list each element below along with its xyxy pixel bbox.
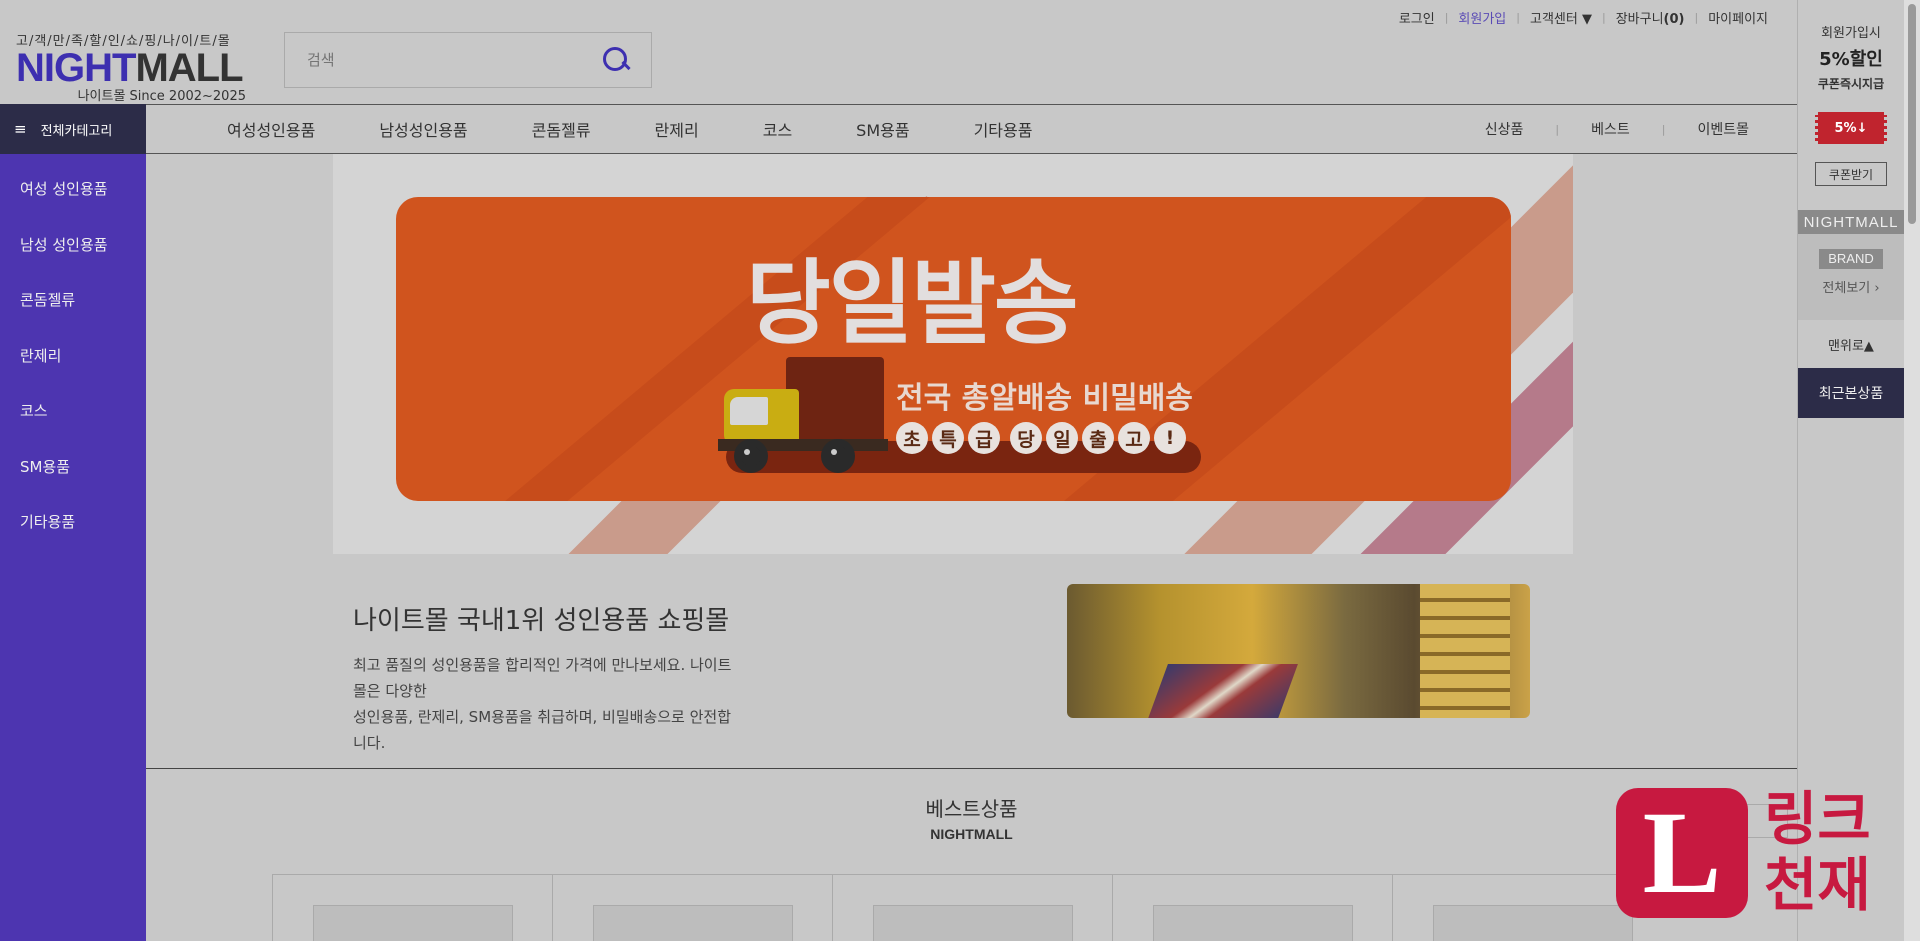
product-card[interactable]: [832, 874, 1112, 941]
product-card[interactable]: [272, 874, 552, 941]
nav-event[interactable]: 이벤트몰: [1665, 119, 1781, 139]
truck-icon: [786, 357, 884, 445]
chip: 초: [896, 422, 928, 454]
wheel-icon: [821, 439, 855, 473]
banner-chips: 초 특 급 당 일 출 고 !: [896, 422, 1186, 454]
left-sidebar: 여성 성인용품 남성 성인용품 콘돔젤류 란제리 코스 SM용품 기타용품: [0, 154, 146, 941]
truck-window: [730, 397, 768, 425]
sidebar-item-lingerie[interactable]: 란제리: [0, 345, 146, 401]
sidebar-item-sm[interactable]: SM용품: [0, 456, 146, 512]
sidebar-item-condom[interactable]: 콘돔젤류: [0, 289, 146, 345]
banner-subline: 전국 총알배송 비밀배송: [896, 381, 1193, 416]
product-thumbnail: [313, 905, 513, 941]
coupon-ticket[interactable]: 5% ↓: [1815, 112, 1887, 144]
logo-wordmark: NIGHTMALL: [16, 46, 246, 90]
watermark: L 링크 천재: [1616, 786, 1916, 921]
customer-center-link[interactable]: 고객센터 ▼: [1520, 8, 1602, 27]
chip: 급: [968, 422, 1000, 454]
hamburger-icon: ≡: [14, 120, 27, 138]
product-thumbnail: [1433, 905, 1633, 941]
search-box: [284, 32, 652, 88]
nav-new[interactable]: 신상품: [1453, 119, 1556, 139]
watermark-line: 천재: [1764, 851, 1871, 919]
customer-center-label: 고객센터: [1529, 12, 1578, 27]
nav-best[interactable]: 베스트: [1559, 119, 1662, 139]
banner-card: 당일발송 전국 총알배송 비밀배송 초 특 급 당 일 출 고 !: [396, 197, 1511, 501]
intro-description: 최고 품질의 성인용품을 합리적인 가격에 만나보세요. 나이트몰은 다양한 성…: [353, 652, 733, 756]
product-card[interactable]: [552, 874, 832, 941]
coupon-label: 5%: [1834, 120, 1857, 136]
cart-label: 장바구니: [1615, 12, 1664, 27]
scrollbar-thumb[interactable]: [1908, 4, 1916, 224]
chip: 특: [932, 422, 964, 454]
mypage-link[interactable]: 마이페이지: [1698, 8, 1778, 27]
quick-nightmall: NIGHTMALL: [1798, 210, 1904, 234]
nav-item-cos[interactable]: 코스: [731, 117, 824, 141]
main-banner[interactable]: 당일발송 전국 총알배송 비밀배송 초 특 급 당 일 출 고 !: [333, 154, 1573, 554]
watermark-text: 링크 천재: [1764, 786, 1871, 918]
watermark-letter: L: [1642, 787, 1722, 918]
watermark-line: 링크: [1764, 785, 1871, 853]
search-icon[interactable]: [601, 45, 631, 75]
join-promo-line: 회원가입시: [1821, 26, 1881, 41]
section-divider: [146, 768, 1797, 769]
cart-count: (0): [1663, 12, 1685, 27]
nav-item-women[interactable]: 여성성인용품: [195, 117, 347, 141]
chip: 출: [1082, 422, 1114, 454]
nav-item-condom[interactable]: 콘돔젤류: [500, 117, 623, 141]
sidebar-item-men[interactable]: 남성 성인용품: [0, 234, 146, 290]
arrow-down-icon: ↓: [1856, 120, 1868, 136]
scroll-top-button[interactable]: 맨위로▲: [1798, 320, 1904, 368]
store-image: [1067, 584, 1530, 718]
chevron-down-icon: ▼: [1581, 12, 1592, 27]
cart-link[interactable]: 장바구니(0): [1606, 8, 1695, 27]
nav-item-men[interactable]: 남성성인용품: [347, 117, 499, 141]
site-logo[interactable]: 고/객/만/족/할/인/쇼/핑/나/이/트/몰 NIGHTMALL 나이트몰 S…: [16, 30, 246, 104]
main-nav: ≡ 전체카테고리 여성성인용품 남성성인용품 콘돔젤류 란제리 코스 SM용품 …: [0, 104, 1797, 154]
chip: 고: [1118, 422, 1150, 454]
nav-right: 신상품 | 베스트 | 이벤트몰: [1453, 105, 1781, 153]
store-rug: [1146, 664, 1298, 718]
brand-badge: BRAND: [1819, 249, 1883, 269]
brand-view-all[interactable]: 전체보기 ›: [1798, 277, 1904, 296]
sidebar-item-women[interactable]: 여성 성인용품: [0, 178, 146, 234]
product-card[interactable]: [1112, 874, 1392, 941]
watermark-logo: L: [1616, 788, 1748, 918]
signup-link[interactable]: 회원가입: [1448, 8, 1516, 27]
sidebar-item-etc[interactable]: 기타용품: [0, 511, 146, 567]
category-menu: 여성성인용품 남성성인용품 콘돔젤류 란제리 코스 SM용품 기타용품: [195, 105, 1064, 153]
all-categories-button[interactable]: ≡ 전체카테고리: [0, 104, 146, 154]
wheel-icon: [734, 439, 768, 473]
product-thumbnail: [593, 905, 793, 941]
logo-night: NIGHT: [16, 46, 136, 90]
sidebar-item-cos[interactable]: 코스: [0, 400, 146, 456]
nav-item-etc[interactable]: 기타용품: [942, 117, 1065, 141]
intro-desc-line: 성인용품, 란제리, SM용품을 취급하며, 비밀배송으로 안전합니다.: [353, 708, 732, 752]
intro-title: 나이트몰 국내1위 성인용품 쇼핑몰: [353, 606, 730, 636]
nav-item-lingerie[interactable]: 란제리: [623, 117, 731, 141]
brand-box: BRAND 전체보기 ›: [1798, 234, 1904, 320]
store-shelf: [1420, 584, 1510, 718]
banner-headline: 당일발송: [746, 250, 1079, 357]
search-input[interactable]: [307, 51, 601, 69]
join-promo-discount: 5%할인: [1819, 49, 1883, 70]
logo-mall: MALL: [135, 46, 243, 90]
chip: 당: [1010, 422, 1042, 454]
join-promo[interactable]: 회원가입시 5%할인 쿠폰즉시지급: [1798, 22, 1904, 92]
chip: 일: [1046, 422, 1078, 454]
all-categories-label: 전체카테고리: [40, 123, 113, 139]
login-link[interactable]: 로그인: [1389, 8, 1445, 27]
chip: !: [1154, 422, 1186, 454]
recent-items-button[interactable]: 최근본상품: [1798, 368, 1904, 418]
intro-desc-line: 최고 품질의 성인용품을 합리적인 가격에 만나보세요. 나이트몰은 다양한: [353, 656, 732, 700]
product-thumbnail: [1153, 905, 1353, 941]
nav-item-sm[interactable]: SM용품: [824, 117, 941, 141]
product-thumbnail: [873, 905, 1073, 941]
product-list: [272, 874, 1672, 941]
join-promo-coupon: 쿠폰즉시지급: [1817, 77, 1885, 91]
utility-nav: 로그인 | 회원가입 | 고객센터 ▼ | 장바구니(0) | 마이페이지: [1389, 8, 1778, 27]
coupon-button[interactable]: 쿠폰받기: [1815, 162, 1887, 186]
